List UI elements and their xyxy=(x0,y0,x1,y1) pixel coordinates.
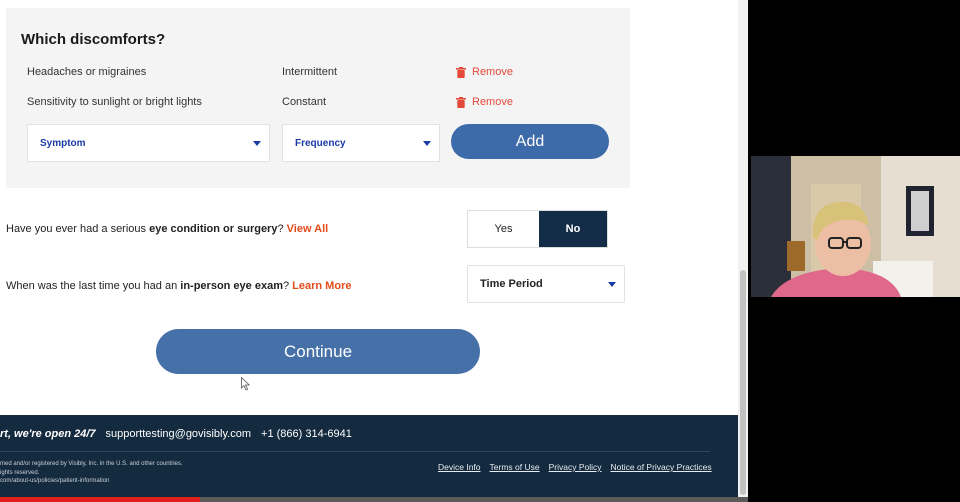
eye-condition-question: Have you ever had a serious eye conditio… xyxy=(6,223,328,235)
footer-divider xyxy=(0,451,710,452)
symptom-select-label: Symptom xyxy=(40,137,86,149)
discomfort-symptom: Sensitivity to sunlight or bright lights xyxy=(27,96,202,108)
yes-no-toggle: Yes No xyxy=(467,210,608,248)
caret-down-icon xyxy=(253,141,261,146)
terms-of-use-link[interactable]: Terms of Use xyxy=(490,462,540,472)
privacy-policy-link[interactable]: Privacy Policy xyxy=(549,462,602,472)
view-all-link[interactable]: View All xyxy=(287,223,329,235)
no-option[interactable]: No xyxy=(539,211,607,247)
discomfort-symptom: Headaches or migraines xyxy=(27,66,147,78)
privacy-practices-link[interactable]: Notice of Privacy Practices xyxy=(611,462,712,472)
trash-icon xyxy=(456,96,466,108)
device-info-link[interactable]: Device Info xyxy=(438,462,481,472)
support-email[interactable]: supporttesting@govisibly.com xyxy=(106,428,251,440)
discomfort-frequency: Constant xyxy=(282,96,327,108)
learn-more-link[interactable]: Learn More xyxy=(292,280,351,292)
question-text: When was the last time you had an xyxy=(6,280,181,292)
remove-discomfort-button[interactable]: Remove xyxy=(456,66,513,78)
question-suffix: ? xyxy=(277,223,287,235)
footer-support: rt, we're open 24/7 supporttesting@govis… xyxy=(0,428,352,440)
time-period-select[interactable]: Time Period xyxy=(467,265,625,303)
continue-button[interactable]: Continue xyxy=(156,329,480,374)
footer-legal: med and/or registered by Visibly, Inc. i… xyxy=(0,460,220,486)
yes-option[interactable]: Yes xyxy=(468,211,539,247)
caret-down-icon xyxy=(423,141,431,146)
symptom-select[interactable]: Symptom xyxy=(27,124,270,162)
webcam-video xyxy=(751,156,960,297)
question-suffix: ? xyxy=(282,280,293,292)
time-period-label: Time Period xyxy=(480,278,543,290)
discomforts-heading: Which discomforts? xyxy=(21,31,166,48)
remove-discomfort-button[interactable]: Remove xyxy=(456,96,513,108)
eye-exam-question: When was the last time you had an in-per… xyxy=(6,280,351,292)
legal-line: com/about-us/policies/patient-informatio… xyxy=(0,478,110,484)
remove-label: Remove xyxy=(472,66,513,78)
video-progress-played[interactable] xyxy=(0,497,200,502)
frequency-select[interactable]: Frequency xyxy=(282,124,440,162)
support-hours: rt, we're open 24/7 xyxy=(0,428,96,440)
legal-line: ights reserved. xyxy=(0,469,40,476)
scrollbar-thumb[interactable] xyxy=(740,270,746,495)
caret-down-icon xyxy=(608,282,616,287)
legal-line: med and/or registered by Visibly, Inc. i… xyxy=(0,461,183,467)
video-progress-remaining[interactable] xyxy=(200,497,748,502)
question-emphasis: eye condition or surgery xyxy=(149,223,278,235)
support-phone[interactable]: +1 (866) 314-6941 xyxy=(261,428,352,440)
question-text: Have you ever had a serious xyxy=(6,223,150,235)
add-button[interactable]: Add xyxy=(451,124,609,159)
frequency-select-label: Frequency xyxy=(295,137,346,149)
footer-links: Device Info Terms of Use Privacy Policy … xyxy=(438,462,712,472)
browser-viewport: Which discomforts? Headaches or migraine… xyxy=(0,0,748,502)
question-emphasis: in-person eye exam xyxy=(180,280,283,292)
remove-label: Remove xyxy=(472,96,513,108)
mouse-cursor-icon xyxy=(241,377,251,391)
discomfort-frequency: Intermittent xyxy=(282,66,338,78)
trash-icon xyxy=(456,66,466,78)
